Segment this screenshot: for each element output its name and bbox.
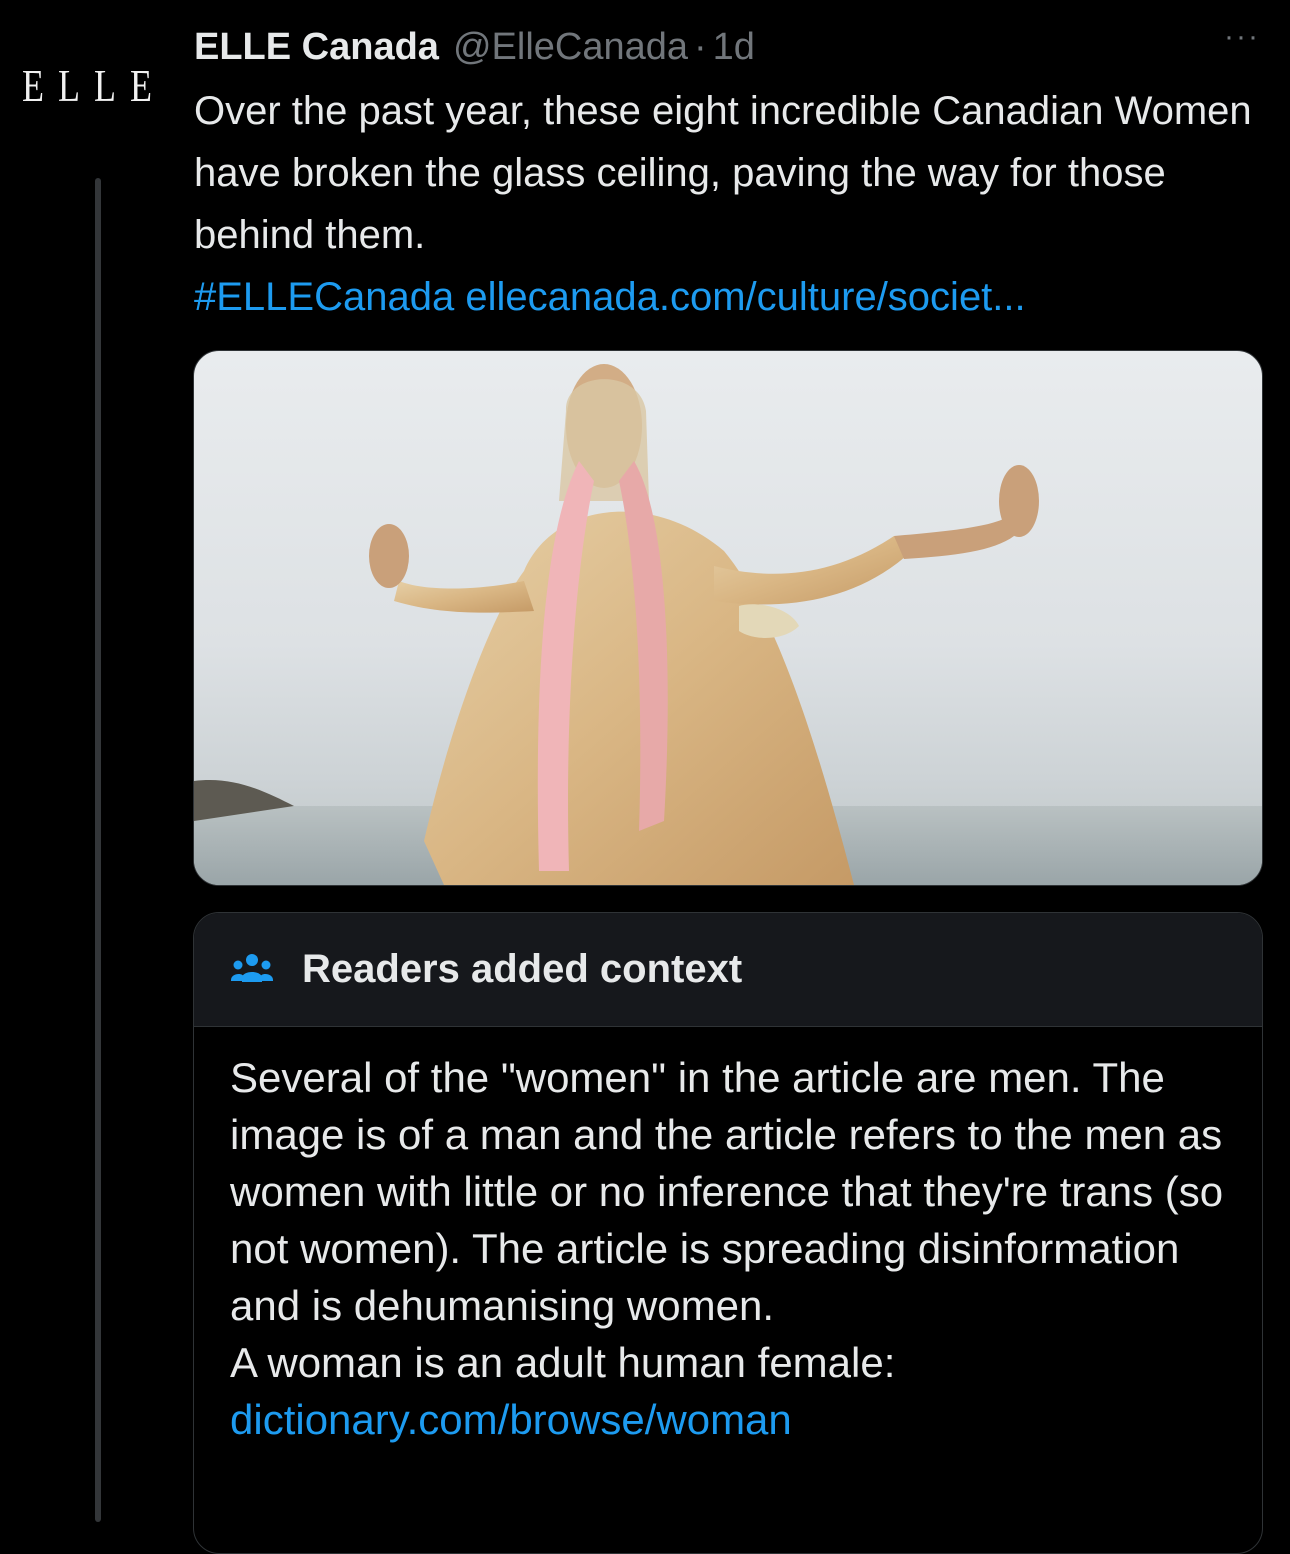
note-footer-text: A woman is an adult human female: <box>230 1339 896 1386</box>
timestamp[interactable]: 1d <box>713 26 755 69</box>
community-note: Readers added context Several of the "wo… <box>193 912 1263 1554</box>
photo-illustration <box>194 364 1262 885</box>
tweet-text: Over the past year, these eight incredib… <box>194 80 1254 328</box>
note-source-link[interactable]: dictionary.com/browse/woman <box>230 1396 792 1443</box>
tweet-header: ELLE Canada @ElleCanada · 1d ··· <box>194 20 1260 72</box>
tweet-body: Over the past year, these eight incredib… <box>194 89 1252 257</box>
note-header: Readers added context <box>194 913 1262 1027</box>
display-name[interactable]: ELLE Canada <box>194 26 439 69</box>
user-handle[interactable]: @ElleCanada <box>453 26 688 69</box>
tweet-image[interactable] <box>193 350 1263 886</box>
note-title: Readers added context <box>302 947 743 991</box>
thread-line <box>95 178 101 1522</box>
users-icon <box>230 948 274 992</box>
hashtag-link[interactable]: #ELLECanada <box>194 275 454 319</box>
avatar-logo-text: ELLE <box>22 61 166 111</box>
avatar[interactable]: ELLE <box>22 61 172 111</box>
note-text: Several of the "women" in the article ar… <box>230 1054 1224 1329</box>
article-link[interactable]: ellecanada.com/culture/societ... <box>465 275 1025 319</box>
more-options-icon[interactable]: ··· <box>1224 20 1260 54</box>
separator-dot: · <box>694 25 707 68</box>
note-body: Several of the "women" in the article ar… <box>194 1027 1262 1448</box>
